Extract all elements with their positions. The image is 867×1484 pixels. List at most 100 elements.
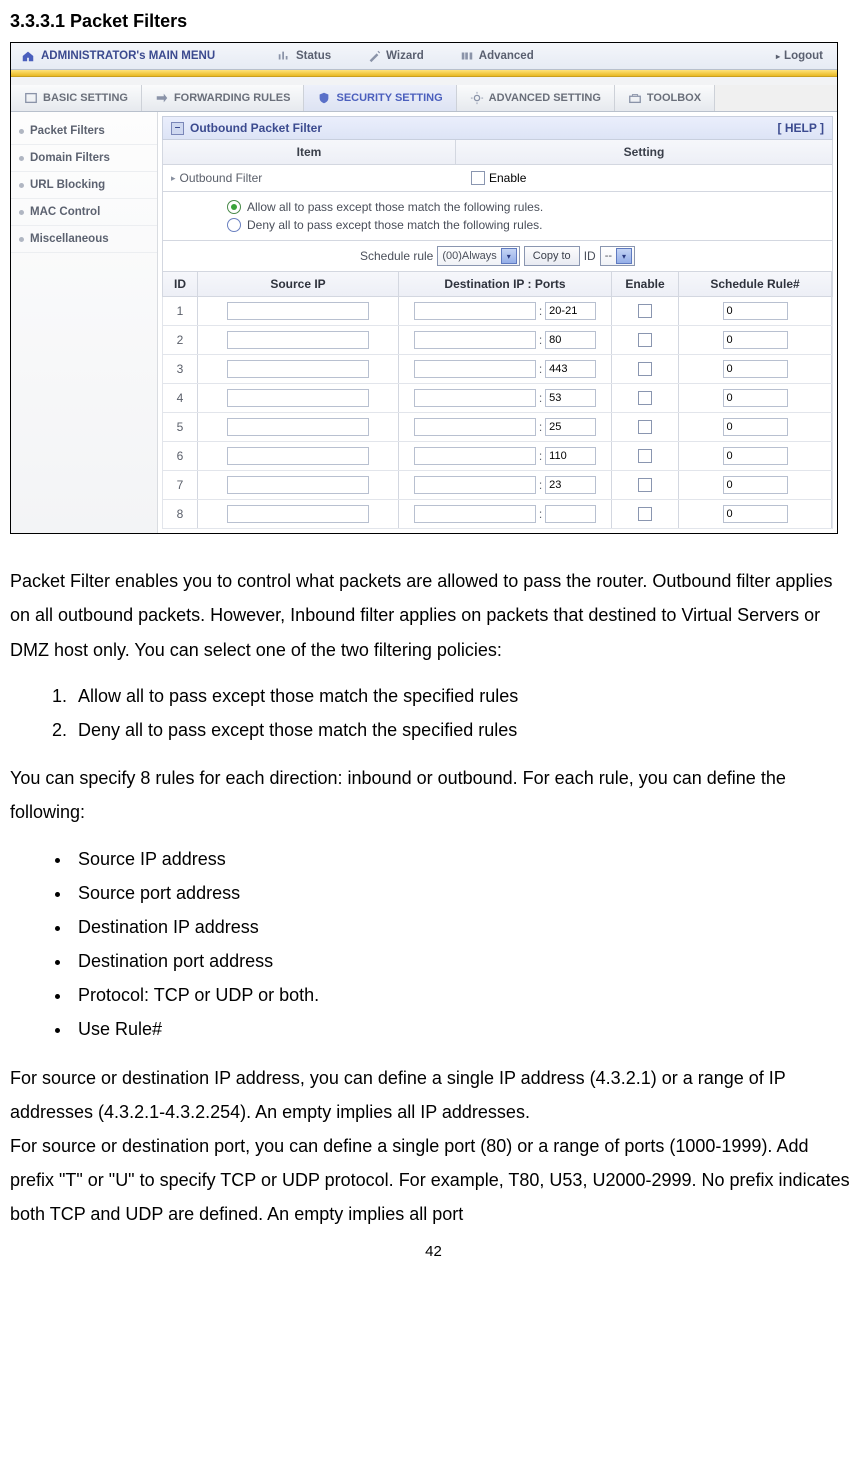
schedule-rule-input[interactable]: 0 [723, 418, 788, 436]
dest-ip-input[interactable] [414, 389, 536, 407]
cell-source-ip [198, 413, 399, 441]
item-setting-header: Item Setting [162, 140, 833, 165]
advanced-setting-icon [470, 91, 484, 105]
enable-rule-checkbox[interactable] [638, 420, 652, 434]
id-select[interactable]: -- ▾ [600, 246, 635, 266]
enable-rule-checkbox[interactable] [638, 507, 652, 521]
cell-id: 7 [163, 471, 198, 499]
content-area: – Outbound Packet Filter [ HELP ] Item S… [158, 112, 837, 533]
source-ip-input[interactable] [227, 360, 369, 378]
source-ip-input[interactable] [227, 447, 369, 465]
source-ip-input[interactable] [227, 389, 369, 407]
list-item: Destination port address [72, 944, 857, 978]
port-input[interactable]: 23 [545, 476, 596, 494]
cell-schedule: 0 [679, 471, 832, 499]
cell-enable [612, 442, 679, 470]
dest-ip-input[interactable] [414, 476, 536, 494]
cell-enable [612, 384, 679, 412]
port-input[interactable]: 443 [545, 360, 596, 378]
source-ip-input[interactable] [227, 505, 369, 523]
source-ip-input[interactable] [227, 476, 369, 494]
chevron-down-icon: ▾ [501, 248, 517, 264]
list-item: Source IP address [72, 842, 857, 876]
schedule-select[interactable]: (00)Always ▾ [437, 246, 519, 266]
cell-source-ip [198, 384, 399, 412]
cell-dest: :23 [399, 471, 612, 499]
tab-security-label: SECURITY SETTING [336, 92, 442, 104]
port-input[interactable]: 25 [545, 418, 596, 436]
cell-dest: :110 [399, 442, 612, 470]
wizard-icon [367, 49, 381, 63]
tab-forwarding-label: FORWARDING RULES [174, 92, 291, 104]
port-input[interactable]: 20-21 [545, 302, 596, 320]
cell-schedule: 0 [679, 297, 832, 325]
sidebar-label: MAC Control [30, 206, 100, 218]
schedule-rule-input[interactable]: 0 [723, 389, 788, 407]
cell-schedule: 0 [679, 442, 832, 470]
enable-rule-checkbox[interactable] [638, 362, 652, 376]
port-input[interactable]: 53 [545, 389, 596, 407]
sidebar-item-domain-filters[interactable]: Domain Filters [11, 145, 157, 172]
cell-source-ip [198, 326, 399, 354]
source-ip-input[interactable] [227, 302, 369, 320]
cell-source-ip [198, 297, 399, 325]
sidebar-item-packet-filters[interactable]: Packet Filters [11, 118, 157, 145]
sidebar-item-mac-control[interactable]: MAC Control [11, 199, 157, 226]
radio-deny[interactable] [227, 218, 241, 232]
radio-allow[interactable] [227, 200, 241, 214]
outbound-filter-row: ▸Outbound Filter Enable [162, 165, 833, 192]
enable-rule-checkbox[interactable] [638, 333, 652, 347]
main-menu-bar: ADMINISTRATOR's MAIN MENU Status Wizard … [11, 43, 837, 70]
tab-security-setting[interactable]: SECURITY SETTING [304, 85, 456, 111]
tab-advanced-setting[interactable]: ADVANCED SETTING [457, 85, 615, 111]
dest-ip-input[interactable] [414, 360, 536, 378]
port-input[interactable]: 80 [545, 331, 596, 349]
sidebar-item-url-blocking[interactable]: URL Blocking [11, 172, 157, 199]
triangle-icon: ▸ [171, 173, 176, 184]
menu-advanced[interactable]: Advanced [442, 49, 552, 63]
schedule-rule-input[interactable]: 0 [723, 447, 788, 465]
cell-id: 4 [163, 384, 198, 412]
tab-basic-setting[interactable]: BASIC SETTING [11, 85, 142, 111]
port-input[interactable] [545, 505, 596, 523]
tab-forwarding-rules[interactable]: FORWARDING RULES [142, 85, 305, 111]
source-ip-input[interactable] [227, 331, 369, 349]
schedule-rule-input[interactable]: 0 [723, 302, 788, 320]
copy-to-button[interactable]: Copy to [524, 246, 580, 266]
schedule-rule-input[interactable]: 0 [723, 476, 788, 494]
cell-schedule: 0 [679, 326, 832, 354]
dest-ip-input[interactable] [414, 331, 536, 349]
schedule-rule-input[interactable]: 0 [723, 360, 788, 378]
gold-divider [11, 70, 837, 77]
enable-rule-checkbox[interactable] [638, 304, 652, 318]
collapse-icon[interactable]: – [171, 122, 184, 135]
cell-source-ip [198, 471, 399, 499]
cell-enable [612, 500, 679, 528]
enable-rule-checkbox[interactable] [638, 391, 652, 405]
sidebar-item-miscellaneous[interactable]: Miscellaneous [11, 226, 157, 253]
menu-wizard[interactable]: Wizard [349, 49, 442, 63]
dest-ip-input[interactable] [414, 418, 536, 436]
port-input[interactable]: 110 [545, 447, 596, 465]
panel-titlebar: – Outbound Packet Filter [ HELP ] [162, 116, 833, 140]
basic-icon [24, 91, 38, 105]
enable-rule-checkbox[interactable] [638, 449, 652, 463]
menu-status[interactable]: Status [259, 49, 349, 63]
schedule-rule-input[interactable]: 0 [723, 505, 788, 523]
dest-ip-input[interactable] [414, 302, 536, 320]
admin-title: ADMINISTRATOR's MAIN MENU [11, 49, 259, 63]
source-ip-input[interactable] [227, 418, 369, 436]
paragraph-rules: You can specify 8 rules for each directi… [10, 761, 857, 829]
enable-checkbox[interactable] [471, 171, 485, 185]
enable-rule-checkbox[interactable] [638, 478, 652, 492]
cell-schedule: 0 [679, 355, 832, 383]
dest-ip-input[interactable] [414, 447, 536, 465]
dest-ip-input[interactable] [414, 505, 536, 523]
tab-toolbox[interactable]: TOOLBOX [615, 85, 715, 111]
schedule-rule-input[interactable]: 0 [723, 331, 788, 349]
help-link[interactable]: [ HELP ] [778, 121, 824, 135]
paragraph-intro: Packet Filter enables you to control wha… [10, 564, 857, 667]
table-row: 7 :23 0 [162, 471, 833, 500]
menu-logout[interactable]: ▸ Logout [776, 50, 837, 62]
bullet-icon [19, 237, 24, 242]
